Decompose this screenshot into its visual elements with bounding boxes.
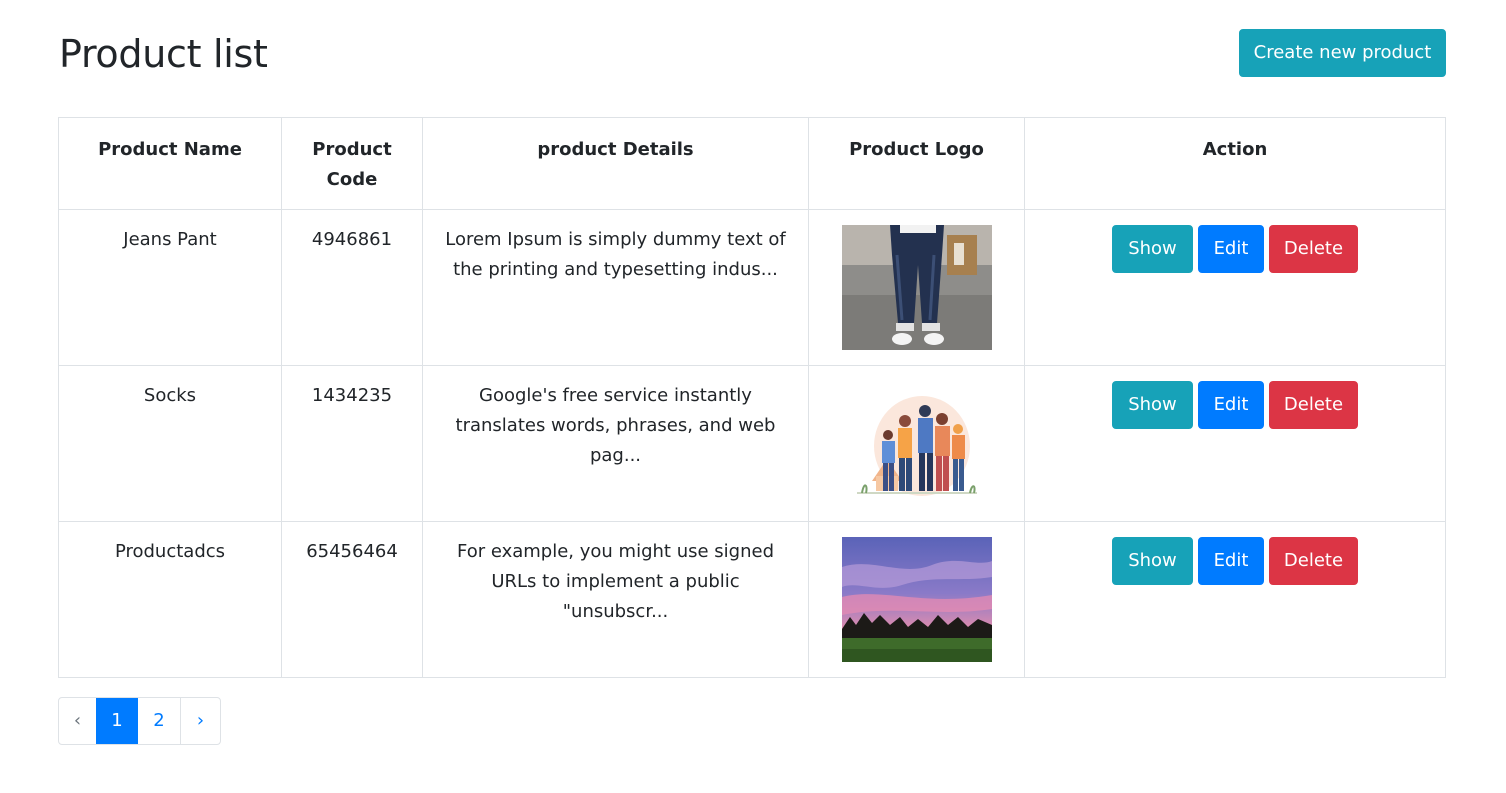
edit-button[interactable]: Edit — [1198, 225, 1264, 273]
delete-button[interactable]: Delete — [1269, 225, 1358, 273]
header-action: Action — [1024, 117, 1446, 210]
product-code: 65456464 — [281, 521, 423, 678]
header-product-name: Product Name — [58, 117, 282, 210]
delete-button[interactable]: Delete — [1269, 381, 1358, 429]
page-title: Product list — [59, 32, 268, 76]
table-row: Productadcs 65456464 For example, you mi… — [58, 521, 1446, 678]
product-details: Lorem Ipsum is simply dummy text of the … — [422, 209, 809, 366]
product-details: Google's free service instantly translat… — [422, 365, 809, 522]
next-page-link[interactable]: › — [180, 698, 220, 744]
row-actions: Show Edit Delete — [1037, 225, 1433, 273]
sunset-photo — [841, 537, 992, 662]
product-name: Jeans Pant — [58, 209, 282, 366]
product-code: 1434235 — [281, 365, 423, 522]
page-link-2[interactable]: 2 — [138, 698, 180, 744]
product-name: Socks — [58, 365, 282, 522]
table-row: Socks 1434235 Google's free service inst… — [58, 365, 1446, 522]
show-button[interactable]: Show — [1112, 225, 1193, 273]
header-product-code: Product Code — [281, 117, 423, 210]
family-illustration — [841, 381, 992, 506]
row-actions: Show Edit Delete — [1037, 381, 1433, 429]
header-product-logo: Product Logo — [808, 117, 1025, 210]
edit-button[interactable]: Edit — [1198, 381, 1264, 429]
create-product-button[interactable]: Create new product — [1239, 29, 1446, 77]
previous-page-link[interactable]: ‹ — [59, 698, 96, 744]
show-button[interactable]: Show — [1112, 537, 1193, 585]
jeans-photo — [841, 225, 992, 350]
page-link-1[interactable]: 1 — [96, 698, 138, 744]
table-header-row: Product Name Product Code product Detail… — [58, 117, 1446, 210]
header-product-details: product Details — [422, 117, 809, 210]
product-table: Product Name Product Code product Detail… — [58, 117, 1446, 678]
show-button[interactable]: Show — [1112, 381, 1193, 429]
edit-button[interactable]: Edit — [1198, 537, 1264, 585]
row-actions: Show Edit Delete — [1037, 537, 1433, 585]
pagination: ‹ 1 2 › — [58, 697, 221, 745]
table-row: Jeans Pant 4946861 Lorem Ipsum is simply… — [58, 209, 1446, 366]
product-details: For example, you might use signed URLs t… — [422, 521, 809, 678]
product-name: Productadcs — [58, 521, 282, 678]
product-code: 4946861 — [281, 209, 423, 366]
delete-button[interactable]: Delete — [1269, 537, 1358, 585]
